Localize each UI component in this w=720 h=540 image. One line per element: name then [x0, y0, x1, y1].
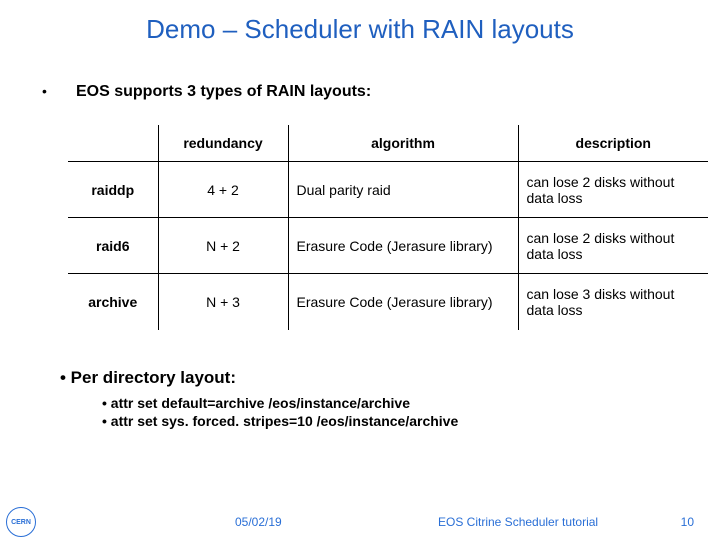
main-bullet: • EOS supports 3 types of RAIN layouts:	[40, 83, 680, 101]
table-row: raid6 N + 2 Erasure Code (Jerasure libra…	[68, 218, 708, 274]
table-row: archive N + 3 Erasure Code (Jerasure lib…	[68, 274, 708, 330]
th-empty	[68, 125, 158, 162]
per-directory-title: • Per directory layout:	[60, 368, 680, 388]
row-algorithm: Erasure Code (Jerasure library)	[288, 274, 518, 330]
row-redundancy: N + 3	[158, 274, 288, 330]
row-name: raid6	[68, 218, 158, 274]
footer-title: EOS Citrine Scheduler tutorial	[438, 515, 598, 529]
th-redundancy: redundancy	[158, 125, 288, 162]
footer-date: 05/02/19	[235, 515, 282, 529]
th-algorithm: algorithm	[288, 125, 518, 162]
row-description: can lose 2 disks without data loss	[518, 218, 708, 274]
cern-logo-icon: CERN	[6, 507, 36, 537]
footer-page-number: 10	[681, 515, 694, 529]
row-description: can lose 2 disks without data loss	[518, 162, 708, 218]
sub-bullet: • attr set default=archive /eos/instance…	[102, 394, 680, 413]
table-row: raiddp 4 + 2 Dual parity raid can lose 2…	[68, 162, 708, 218]
bullet-text: EOS supports 3 types of RAIN layouts:	[76, 83, 371, 101]
row-algorithm: Erasure Code (Jerasure library)	[288, 218, 518, 274]
slide-title: Demo – Scheduler with RAIN layouts	[0, 0, 720, 55]
slide-content: • EOS supports 3 types of RAIN layouts: …	[0, 83, 720, 431]
row-description: can lose 3 disks without data loss	[518, 274, 708, 330]
bullet-dot: •	[42, 83, 48, 99]
slide-footer: CERN 05/02/19 EOS Citrine Scheduler tuto…	[0, 504, 720, 540]
th-description: description	[518, 125, 708, 162]
row-name: archive	[68, 274, 158, 330]
per-directory-bullets: • attr set default=archive /eos/instance…	[102, 394, 680, 432]
rain-layouts-table: redundancy algorithm description raiddp …	[68, 125, 708, 330]
sub-bullet: • attr set sys. forced. stripes=10 /eos/…	[102, 412, 680, 431]
table-header-row: redundancy algorithm description	[68, 125, 708, 162]
per-directory-section: • Per directory layout: • attr set defau…	[60, 368, 680, 432]
row-name: raiddp	[68, 162, 158, 218]
row-algorithm: Dual parity raid	[288, 162, 518, 218]
row-redundancy: 4 + 2	[158, 162, 288, 218]
row-redundancy: N + 2	[158, 218, 288, 274]
